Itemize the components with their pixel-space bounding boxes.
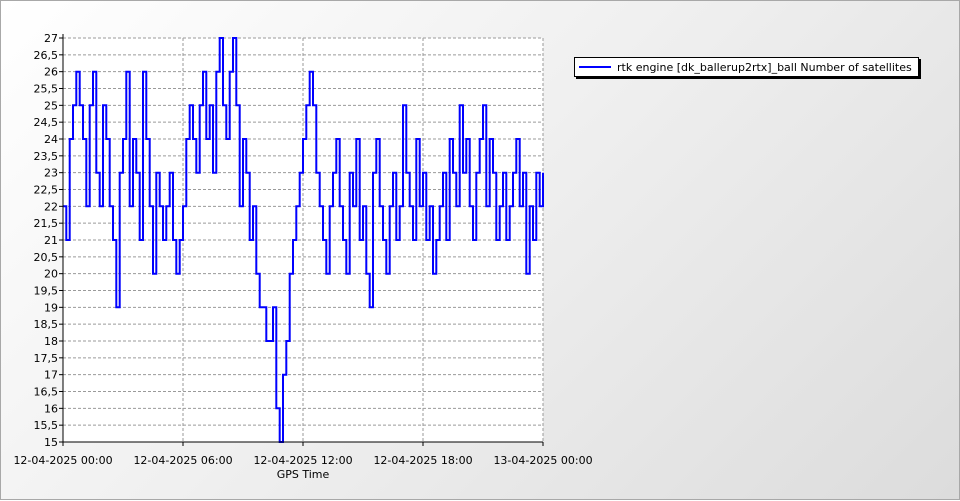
y-tick-label: 23 [44,167,58,180]
y-tick-label: 20 [44,268,58,281]
y-tick-label: 16,5 [34,386,59,399]
y-tick-label: 26,5 [34,49,59,62]
x-tick-label: 12-04-2025 06:00 [133,454,232,467]
chart-legend: rtk engine [dk_ballerup2rtx]_ball Number… [574,57,919,77]
legend-series-label: rtk engine [dk_ballerup2rtx]_ball Number… [617,60,912,74]
y-tick-label: 19,5 [34,285,59,298]
y-tick-label: 21,5 [34,217,59,230]
grid-layer [62,37,544,443]
y-tick-label: 15 [44,436,58,449]
x-tick-label: 12-04-2025 00:00 [13,454,112,467]
chart-window: 15 15,5 16 16,5 17 17,5 18 18,5 19 19,5 20 20,5 21 21… [0,0,960,500]
y-tick-label: 21 [44,234,58,247]
y-tick-label: 20,5 [34,251,59,264]
y-tick-label: 19 [44,301,58,314]
y-tick-label: 22,5 [34,184,59,197]
y-tick-label: 17,5 [34,352,59,365]
y-tick-label: 18,5 [34,318,59,331]
x-tick-label: 13-04-2025 00:00 [493,454,592,467]
x-tick-label: 12-04-2025 18:00 [373,454,472,467]
y-tick-label: 17 [44,369,58,382]
y-tick-label: 22 [44,200,58,213]
y-tick-label: 25,5 [34,83,59,96]
x-tick-label: 12-04-2025 12:00 [253,454,352,467]
y-tick-label: 24 [44,133,58,146]
y-tick-label: 24,5 [34,116,59,129]
y-tick-label: 26 [44,66,58,79]
y-tick-label: 18 [44,335,58,348]
y-tick-label: 27 [44,32,58,45]
y-tick-label: 23,5 [34,150,59,163]
y-tick-label: 15,5 [34,419,59,432]
y-tick-label: 16 [44,402,58,415]
legend-swatch [579,66,611,68]
x-axis-title: GPS Time [277,468,330,481]
y-tick-label: 25 [44,99,58,112]
